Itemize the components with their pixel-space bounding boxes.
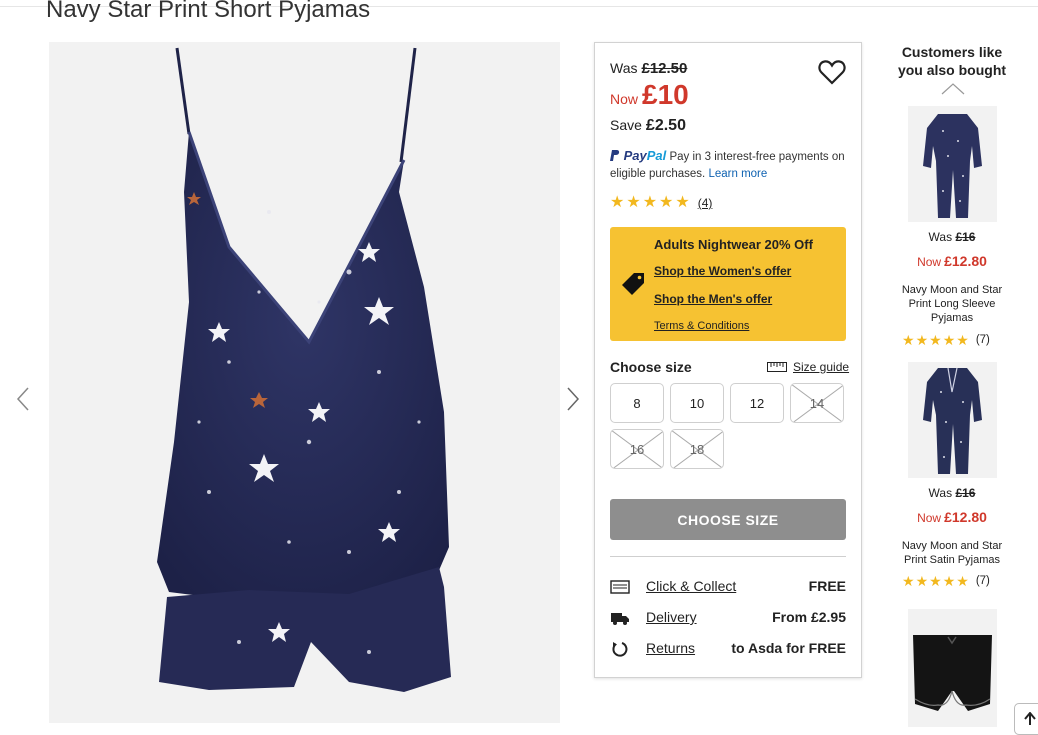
star-icon: ★	[915, 332, 929, 348]
rec-now-price: Now £12.80	[917, 253, 987, 269]
star-icon: ★	[610, 194, 625, 211]
review-count-link[interactable]: (4)	[698, 196, 713, 210]
star-icon: ★	[659, 194, 674, 211]
page-title: Navy Star Print Short Pyjamas	[46, 0, 371, 23]
size-guide-link[interactable]: Size guide	[767, 360, 849, 374]
size-option-14-unavailable[interactable]: 14	[790, 383, 844, 423]
click-collect-row: Click & Collect FREE	[610, 577, 846, 597]
arrow-up-icon	[1024, 712, 1036, 725]
delivery-link[interactable]: Delivery	[646, 609, 697, 625]
ruler-icon	[767, 362, 787, 372]
shop-mens-offer-link[interactable]: Shop the Men's offer	[654, 292, 772, 306]
returns-row: Returns to Asda for FREE	[610, 639, 846, 659]
now-price: Now £10	[610, 79, 689, 110]
offer-title: Adults Nightwear 20% Off	[654, 237, 813, 252]
rec-rating: ★ ★ ★ ★ ★ (7)	[902, 574, 990, 588]
was-price: Was £12.50	[610, 60, 688, 77]
star-icon: ★	[929, 332, 942, 348]
van-icon	[611, 613, 629, 625]
terms-link[interactable]: Terms & Conditions	[654, 320, 749, 332]
rec-product-name[interactable]: Navy Moon and Star Print Long Sleeve Pyj…	[893, 283, 1011, 325]
carousel-next-arrow[interactable]	[566, 386, 580, 416]
delivery-price: From £2.95	[772, 609, 846, 625]
star-icon: ★	[675, 194, 690, 211]
rec-was-price: Was £16	[928, 230, 976, 244]
price-tag-icon	[620, 271, 646, 297]
rec-was-price: Was £16	[928, 486, 976, 500]
rec-rating: ★ ★ ★ ★ ★ (7)	[902, 333, 990, 347]
star-icon: ★	[902, 332, 915, 348]
offer-banner: Adults Nightwear 20% Off Shop the Women'…	[610, 227, 846, 341]
rec-now-price: Now £12.80	[917, 509, 987, 525]
carousel-prev-arrow[interactable]	[16, 386, 30, 416]
size-option-16-unavailable[interactable]: 16	[610, 429, 664, 469]
collect-icon	[610, 580, 630, 594]
rec-product-image[interactable]	[908, 609, 997, 727]
star-half-icon: ★	[956, 573, 969, 589]
rec-product-image[interactable]	[908, 106, 997, 222]
size-option-18-unavailable[interactable]: 18	[670, 429, 724, 469]
choose-size-label: Choose size	[610, 359, 692, 375]
star-icon: ★	[942, 332, 956, 348]
paypal-logo-icon: PayPal	[610, 148, 666, 163]
star-icon: ★	[929, 573, 942, 589]
scroll-to-top-button[interactable]	[1014, 703, 1038, 735]
rec-product-name[interactable]: Navy Moon and Star Print Satin Pyjamas	[893, 539, 1011, 567]
delivery-row: Delivery From £2.95	[610, 608, 846, 628]
size-option-8[interactable]: 8	[610, 383, 664, 423]
paypal-info: PayPal Pay in 3 interest-free payments o…	[610, 147, 850, 183]
star-icon: ★	[915, 573, 929, 589]
shop-womens-offer-link[interactable]: Shop the Women's offer	[654, 264, 791, 278]
size-option-10[interactable]: 10	[670, 383, 724, 423]
star-icon: ★	[902, 573, 915, 589]
rec-product-image[interactable]	[908, 362, 997, 478]
recommendations-title: Customers like you also bought	[897, 44, 1007, 78]
click-collect-link[interactable]: Click & Collect	[646, 578, 736, 594]
returns-info: to Asda for FREE	[731, 640, 846, 656]
returns-link[interactable]: Returns	[646, 640, 695, 656]
returns-icon	[612, 642, 628, 657]
size-option-12[interactable]: 12	[730, 383, 784, 423]
product-image[interactable]	[49, 42, 560, 723]
divider	[610, 556, 846, 557]
buy-box: Was £12.50 Now £10 Save £2.50 PayPal Pay in…	[594, 42, 862, 678]
star-icon: ★	[626, 194, 641, 211]
rec-review-count: (7)	[975, 334, 990, 346]
choose-size-button[interactable]: CHOOSE SIZE	[610, 499, 846, 540]
star-icon: ★	[642, 194, 658, 211]
recommendations-up-chevron-icon[interactable]	[941, 82, 965, 100]
star-half-icon: ★	[956, 332, 969, 348]
save-amount: Save £2.50	[610, 117, 686, 134]
paypal-learn-more-link[interactable]: Learn more	[708, 168, 767, 180]
rec-review-count: (7)	[975, 575, 990, 587]
click-collect-price: FREE	[808, 578, 846, 594]
product-rating[interactable]: ★ ★ ★ ★ ★ (4)	[610, 195, 712, 211]
star-icon: ★	[942, 573, 956, 589]
wishlist-heart-icon[interactable]	[818, 59, 846, 85]
